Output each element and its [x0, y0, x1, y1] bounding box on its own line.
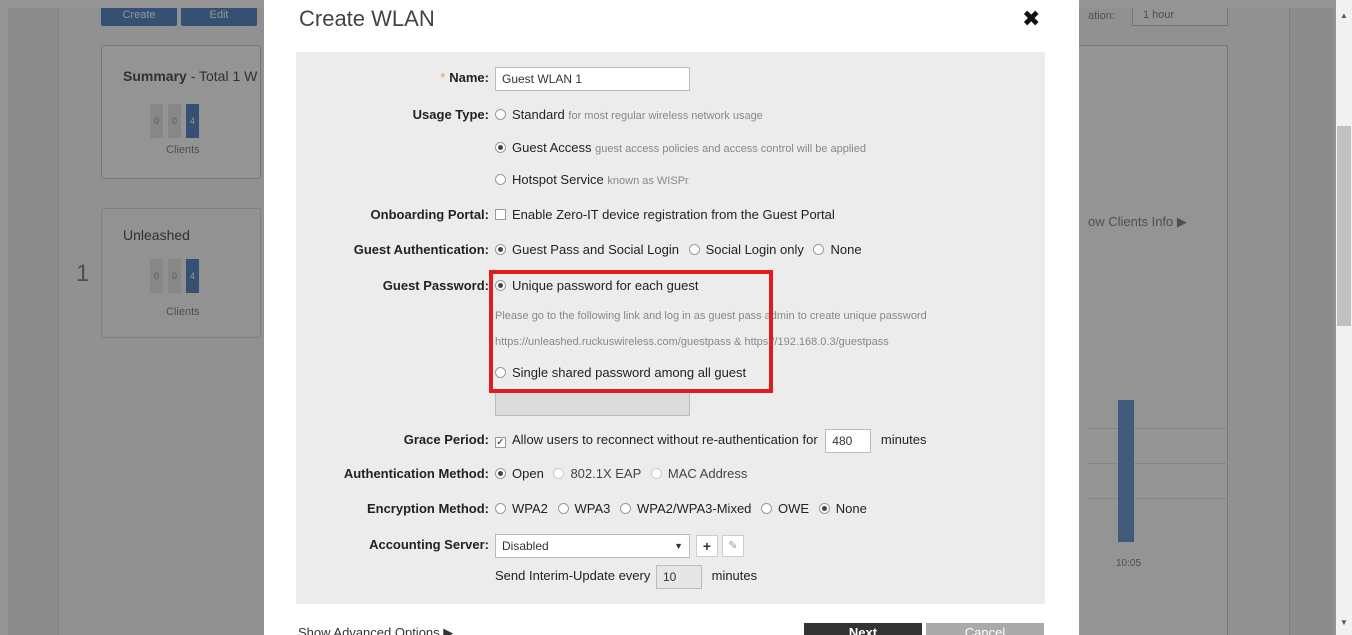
radio-icon[interactable]	[495, 174, 506, 185]
accounting-server-select[interactable]: Disabled ▼	[495, 533, 690, 558]
wlan-form: * Name: Guest WLAN 1 Usage Type: Standard…	[296, 52, 1045, 604]
encryption-label: Encryption Method:	[366, 501, 489, 516]
guest-auth-option-none[interactable]: None	[813, 242, 862, 257]
guest-auth-option-social[interactable]: Social Login only	[688, 242, 804, 257]
radio-icon[interactable]	[553, 468, 565, 479]
auth-method-row: Authentication Method: Open 802.1X EAP M…	[296, 462, 1045, 486]
grace-period-input[interactable]: 480	[825, 428, 872, 453]
guest-password-info: Please go to the following link and log …	[495, 310, 927, 322]
onboarding-checkbox[interactable]: Enable Zero-IT device registration from …	[495, 203, 835, 227]
cancel-button[interactable]: Cancel	[926, 623, 1044, 635]
usage-hotspot-option[interactable]: Hotspot Service known as WISPr	[495, 168, 689, 193]
guest-password-links: https://unleashed.ruckuswireless.com/gue…	[495, 336, 889, 348]
radio-selected-icon[interactable]	[495, 468, 506, 479]
grace-period-row: Grace Period: ✓ Allow users to reconnect …	[296, 428, 1045, 453]
name-label: * Name:	[440, 70, 489, 85]
grace-period-label: Grace Period:	[403, 432, 489, 447]
checkbox-icon[interactable]	[495, 209, 506, 220]
usage-type-row: Usage Type: Standard for most regular wi…	[296, 103, 1045, 127]
onboarding-row: Onboarding Portal: Enable Zero-IT device…	[296, 203, 1045, 227]
radio-icon[interactable]	[813, 244, 825, 255]
onboarding-label: Onboarding Portal:	[370, 207, 489, 222]
create-wlan-dialog: Create WLAN ✖ * Name: Guest WLAN 1 Usage …	[264, 0, 1079, 635]
page-scrollbar[interactable]: ▲ ▼	[1336, 0, 1352, 635]
radio-icon[interactable]	[620, 503, 632, 514]
encryption-wpa3[interactable]: WPA3	[557, 501, 610, 516]
shared-password-input[interactable]	[495, 392, 690, 416]
radio-icon[interactable]	[495, 503, 506, 514]
interim-input[interactable]: 10	[655, 564, 702, 589]
close-icon[interactable]: ✖	[1022, 6, 1040, 32]
auth-method-open[interactable]: Open	[495, 466, 544, 481]
guest-password-unique-option[interactable]: Unique password for each guest	[495, 274, 698, 298]
radio-selected-icon[interactable]	[495, 142, 506, 153]
name-input[interactable]: Guest WLAN 1	[495, 66, 690, 91]
radio-icon[interactable]	[650, 468, 662, 479]
add-accounting-button[interactable]: +	[696, 534, 718, 557]
encryption-none[interactable]: None	[818, 501, 867, 516]
encryption-owe[interactable]: OWE	[761, 501, 809, 516]
guest-password-shared-option[interactable]: Single shared password among all guest	[495, 361, 746, 385]
radio-selected-icon[interactable]	[495, 280, 506, 291]
check-icon[interactable]: ✓	[495, 437, 506, 448]
guest-password-row: Guest Password: Unique password for each…	[296, 274, 1045, 298]
scroll-up-icon[interactable]: ▲	[1336, 8, 1352, 24]
radio-icon[interactable]	[557, 503, 569, 514]
auth-method-label: Authentication Method:	[343, 466, 489, 481]
radio-icon[interactable]	[688, 244, 700, 255]
dropdown-arrow-icon: ▼	[674, 540, 683, 551]
radio-icon[interactable]	[495, 367, 506, 378]
auth-method-mac[interactable]: MAC Address	[650, 466, 747, 481]
accounting-label: Accounting Server:	[369, 537, 489, 552]
encryption-mixed[interactable]: WPA2/WPA3-Mixed	[620, 501, 751, 516]
show-advanced-options-link[interactable]: Show Advanced Options ▶	[298, 625, 453, 635]
usage-standard-option[interactable]: Standard for most regular wireless netwo…	[495, 103, 763, 128]
guest-auth-label: Guest Authentication:	[353, 242, 489, 257]
radio-icon[interactable]	[495, 109, 506, 120]
interim-row: Send Interim-Update every 10 minutes	[296, 564, 1045, 589]
accounting-row: Accounting Server: Disabled ▼ + ✎	[296, 533, 1045, 558]
usage-guest-row: Guest Access guest access policies and a…	[296, 136, 1045, 160]
usage-hotspot-row: Hotspot Service known as WISPr	[296, 168, 1045, 192]
radio-icon[interactable]	[761, 503, 773, 514]
name-row: * Name: Guest WLAN 1	[296, 66, 1045, 91]
scroll-thumb[interactable]	[1337, 126, 1351, 326]
encryption-row: Encryption Method: WPA2 WPA3 WPA2/WPA3-M…	[296, 497, 1045, 521]
next-button[interactable]: Next	[804, 623, 922, 635]
encryption-wpa2[interactable]: WPA2	[495, 501, 548, 516]
usage-guest-access-option[interactable]: Guest Access guest access policies and a…	[495, 136, 866, 161]
edit-pencil-icon[interactable]: ✎	[722, 534, 744, 557]
radio-selected-icon[interactable]	[495, 244, 506, 255]
auth-method-8021x[interactable]: 802.1X EAP	[553, 466, 641, 481]
usage-type-label: Usage Type:	[412, 107, 489, 122]
guest-password-shared-row: Single shared password among all guest	[296, 361, 1045, 385]
scroll-down-icon[interactable]: ▼	[1336, 615, 1352, 631]
guest-auth-row: Guest Authentication: Guest Pass and Soc…	[296, 238, 1045, 262]
radio-selected-icon[interactable]	[818, 503, 830, 514]
guest-auth-option-guest-pass[interactable]: Guest Pass and Social Login	[495, 242, 679, 257]
dialog-title: Create WLAN	[299, 6, 435, 31]
guest-password-label: Guest Password:	[382, 278, 489, 293]
